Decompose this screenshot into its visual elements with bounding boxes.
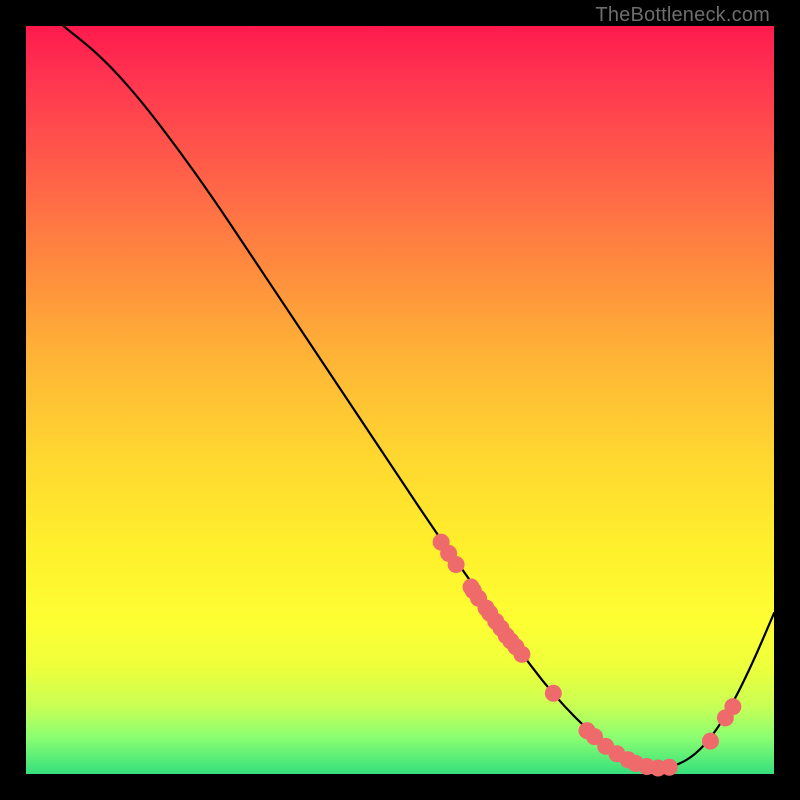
chart-svg [26, 26, 774, 774]
data-point [702, 733, 719, 750]
bottleneck-curve [63, 26, 774, 767]
data-point [513, 646, 530, 663]
data-point [661, 759, 678, 776]
chart-frame [26, 26, 774, 774]
data-point [448, 556, 465, 573]
data-point [724, 698, 741, 715]
highlighted-points [433, 534, 742, 777]
attribution-text: TheBottleneck.com [595, 4, 770, 27]
data-point [545, 685, 562, 702]
